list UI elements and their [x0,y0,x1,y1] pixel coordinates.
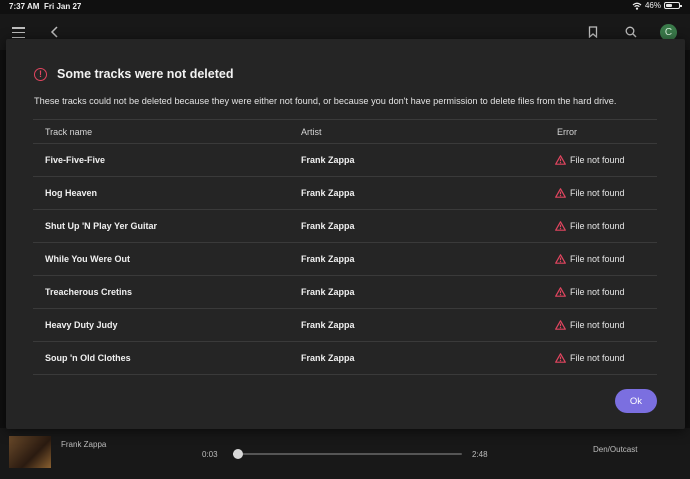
table-row: Treacherous Cretins Frank Zappa File not… [33,276,657,309]
artist-cell: Frank Zappa [301,155,355,165]
track-name-cell: Treacherous Cretins [45,287,133,297]
artist-cell: Frank Zappa [301,221,355,231]
track-name-cell: While You Were Out [45,254,131,264]
error-text: File not found [570,287,625,297]
error-cell: File not found [555,353,625,363]
menu-icon[interactable] [12,27,25,38]
status-date: Fri Jan 27 [44,2,82,11]
player-bar: Frank Zappa 0:03 2:48 Den/Outcast [0,428,690,479]
track-name-cell: Shut Up 'N Play Yer Guitar [45,221,158,231]
battery-icon [664,2,682,9]
track-name-cell: Hog Heaven [45,188,98,198]
error-cell: File not found [555,254,625,264]
artist-cell: Frank Zappa [301,320,355,330]
warning-icon [555,221,566,231]
elapsed-time: 0:03 [202,450,218,459]
error-cell: File not found [555,287,625,297]
error-cell: File not found [555,221,625,231]
warning-icon [555,188,566,198]
track-name-cell: Five-Five-Five [45,155,106,165]
table-row: While You Were Out Frank Zappa File not … [33,243,657,276]
battery-percent: 46% [644,1,661,10]
table-header: Track name Artist Error [33,119,657,144]
error-cell: File not found [555,188,625,198]
error-text: File not found [570,353,625,363]
error-cell: File not found [555,155,625,165]
progress-slider[interactable] [232,449,462,459]
dialog-title: Some tracks were not deleted [57,67,234,81]
not-deleted-dialog: ! Some tracks were not deleted These tra… [6,39,685,429]
table-row: Hog Heaven Frank Zappa File not found [33,177,657,210]
artist-cell: Frank Zappa [301,353,355,363]
wifi-icon [632,2,642,10]
progress-thumb[interactable] [232,449,243,459]
table-row: Heavy Duty Judy Frank Zappa File not fou… [33,309,657,342]
error-cell: File not found [555,320,625,330]
alert-icon: ! [34,67,47,81]
artist-cell: Frank Zappa [301,287,355,297]
column-header-track: Track name [45,126,93,137]
screen: 7:37 AM Fri Jan 27 46% C Frank Zappa 0:0… [0,0,690,479]
table-body: Five-Five-Five Frank Zappa File not foun… [33,144,657,375]
track-name-cell: Heavy Duty Judy [45,320,118,330]
status-time: 7:37 AM [9,2,40,11]
warning-icon [555,287,566,297]
column-header-error: Error [557,126,577,137]
error-text: File not found [570,221,625,231]
artist-cell: Frank Zappa [301,254,355,264]
warning-icon [555,155,566,165]
next-track-label[interactable]: Den/Outcast [593,445,637,454]
dialog-title-row: ! Some tracks were not deleted [34,67,233,81]
status-bar: 7:37 AM Fri Jan 27 46% [0,0,690,14]
table-row: Five-Five-Five Frank Zappa File not foun… [33,144,657,177]
status-right: 46% [632,1,682,10]
error-text: File not found [570,320,625,330]
track-name-cell: Soup 'n Old Clothes [45,353,131,363]
tracks-table: Track name Artist Error Five-Five-Five F… [33,119,657,375]
table-row: Soup 'n Old Clothes Frank Zappa File not… [33,342,657,375]
player-artist[interactable]: Frank Zappa [61,440,106,449]
warning-icon [555,320,566,330]
warning-icon [555,353,566,363]
column-header-artist: Artist [301,126,322,137]
dialog-message: These tracks could not be deleted becaus… [34,96,617,106]
ok-button[interactable]: Ok [615,389,657,413]
error-text: File not found [570,155,625,165]
error-text: File not found [570,254,625,264]
track-duration: 2:48 [472,450,488,459]
table-row: Shut Up 'N Play Yer Guitar Frank Zappa F… [33,210,657,243]
album-art[interactable] [9,436,51,468]
artist-cell: Frank Zappa [301,188,355,198]
warning-icon [555,254,566,264]
error-text: File not found [570,188,625,198]
